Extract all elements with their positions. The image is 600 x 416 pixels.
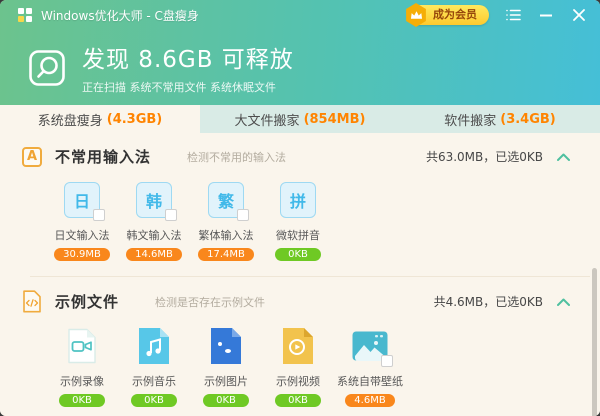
section-subtitle: 检测是否存在示例文件: [155, 294, 265, 310]
collapse-chevron-up-icon[interactable]: [557, 298, 570, 306]
item-input-method-日[interactable]: 日 日文输入法 30.9MB: [46, 182, 118, 261]
item-size-badge: 0KB: [275, 394, 321, 407]
item-checkbox[interactable]: [93, 209, 105, 221]
titlebar: Windows优化大师 - C盘瘦身 成为会员: [0, 0, 600, 30]
sample-files-row: 示例录像 0KB 示例音乐 0KB 示例图片 0KB 示例视频 0KB: [0, 328, 600, 407]
scan-status-text: 正在扫描 系统不常用文件 系统休眠文件: [82, 79, 294, 95]
item-label: 日文输入法: [55, 227, 110, 243]
minimize-button[interactable]: [537, 6, 555, 24]
item-input-method-繁[interactable]: 繁 繁体输入法 17.4MB: [190, 182, 262, 261]
item-input-method-韩[interactable]: 韩 韩文输入法 14.6MB: [118, 182, 190, 261]
section-input-methods-header: A 不常用输入法 检测不常用的输入法 共63.0MB，已选0KB: [0, 133, 600, 167]
section-title: 示例文件: [55, 291, 119, 312]
close-button[interactable]: [570, 6, 588, 24]
main-content: A 不常用输入法 检测不常用的输入法 共63.0MB，已选0KB 日 日文输入法…: [0, 133, 600, 416]
item-size-badge: 17.4MB: [198, 248, 254, 261]
scan-summary: 发现 8.6GB 可释放 正在扫描 系统不常用文件 系统休眠文件: [0, 30, 600, 105]
crown-icon: [405, 3, 427, 27]
item-label: 示例图片: [204, 373, 248, 389]
item-input-method-拼[interactable]: 拼 微软拼音 0KB: [262, 182, 334, 261]
item-checkbox[interactable]: [165, 209, 177, 221]
tab-software-move[interactable]: 软件搬家 (3.4GB): [400, 105, 600, 133]
disk-magnifier-icon: [28, 49, 66, 87]
item-size-badge: 14.6MB: [126, 248, 182, 261]
item-label: 示例音乐: [132, 373, 176, 389]
app-window: Windows优化大师 - C盘瘦身 成为会员: [0, 0, 600, 416]
item-image-file[interactable]: 示例图片 0KB: [190, 328, 262, 407]
window-title: Windows优化大师 - C盘瘦身: [41, 7, 199, 24]
become-member-button[interactable]: 成为会员: [409, 5, 489, 25]
video-file-icon: [65, 328, 99, 364]
item-size-badge: 0KB: [59, 394, 105, 407]
item-music-file[interactable]: 示例音乐 0KB: [118, 328, 190, 407]
item-movie-file[interactable]: 示例视频 0KB: [262, 328, 334, 407]
input-method-glyph-icon: 拼: [280, 182, 316, 218]
section-sample-files-header: 示例文件 检测是否存在示例文件 共4.6MB，已选0KB: [0, 277, 600, 313]
item-label: 微软拼音: [276, 227, 320, 243]
section-subtitle: 检测不常用的输入法: [187, 149, 286, 165]
tab-system-disk-slim[interactable]: 系统盘瘦身 (4.3GB): [0, 105, 200, 133]
collapse-chevron-up-icon[interactable]: [557, 153, 570, 161]
item-label: 繁体输入法: [199, 227, 254, 243]
input-methods-row: 日 日文输入法 30.9MB 韩 韩文输入法 14.6MB 繁 繁体输入法 17…: [0, 182, 600, 261]
item-size-badge: 0KB: [131, 394, 177, 407]
tab-big-file-move[interactable]: 大文件搬家 (854MB): [200, 105, 400, 133]
item-size-badge: 0KB: [203, 394, 249, 407]
section-title: 不常用输入法: [55, 146, 151, 167]
section-stats: 共63.0MB，已选0KB: [426, 148, 543, 165]
item-label: 示例视频: [276, 373, 320, 389]
tab-bar: 系统盘瘦身 (4.3GB) 大文件搬家 (854MB) 软件搬家 (3.4GB): [0, 105, 600, 133]
item-label: 示例录像: [60, 373, 104, 389]
item-video-file[interactable]: 示例录像 0KB: [46, 328, 118, 407]
letter-a-icon: A: [22, 147, 42, 167]
item-label: 韩文输入法: [127, 227, 182, 243]
item-checkbox[interactable]: [237, 209, 249, 221]
item-checkbox[interactable]: [381, 355, 393, 367]
menu-icon[interactable]: [504, 6, 522, 24]
section-stats: 共4.6MB，已选0KB: [434, 293, 543, 310]
item-wallpaper-file[interactable]: 系统自带壁纸 4.6MB: [334, 328, 406, 407]
found-space-title: 发现 8.6GB 可释放: [82, 40, 294, 74]
item-size-badge: 0KB: [275, 248, 321, 261]
image-file-icon: [211, 328, 241, 364]
item-size-badge: 30.9MB: [54, 248, 110, 261]
code-file-icon: [22, 290, 42, 313]
scrollbar-thumb[interactable]: [592, 268, 597, 416]
item-label: 系统自带壁纸: [337, 373, 403, 389]
movie-file-icon: [283, 328, 313, 364]
music-file-icon: [139, 328, 169, 364]
app-logo-icon: [18, 8, 32, 22]
item-size-badge: 4.6MB: [345, 394, 394, 407]
